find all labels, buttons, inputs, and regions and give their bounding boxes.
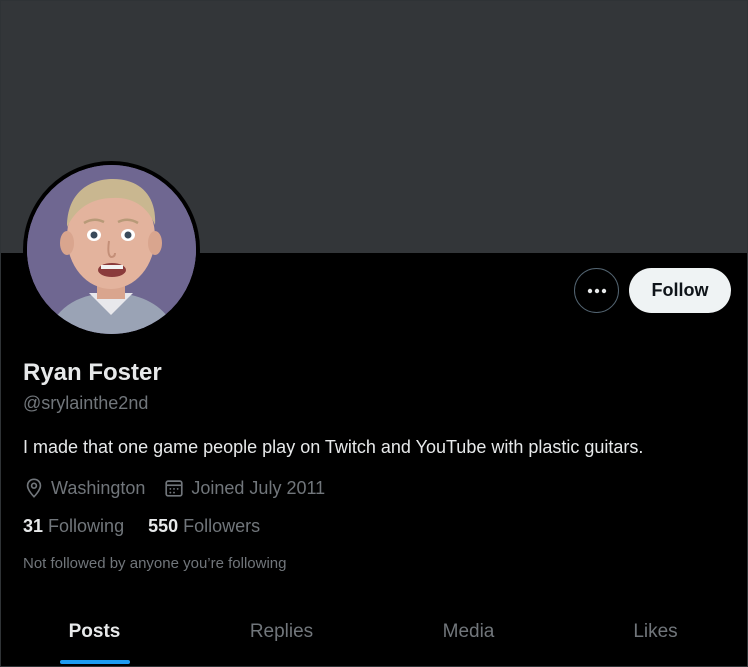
following-label: Following	[48, 516, 125, 536]
profile-bio: I made that one game people play on Twit…	[23, 437, 644, 457]
profile-tabs: Posts Replies Media Likes	[1, 599, 747, 666]
follow-counts: 31 Following 550 Followers	[23, 516, 284, 537]
tab-replies[interactable]: Replies	[188, 599, 375, 666]
calendar-icon	[165, 480, 184, 497]
followers-label: Followers	[183, 516, 261, 536]
following-link[interactable]: 31 Following	[23, 516, 124, 537]
joined-text: Joined July 2011	[191, 477, 326, 498]
location-item: Washington	[23, 477, 145, 499]
avatar[interactable]	[27, 165, 196, 334]
avatar-frame[interactable]	[23, 161, 200, 338]
tab-likes[interactable]: Likes	[562, 599, 747, 666]
mutual-followers-note: Not followed by anyone you’re following	[23, 555, 287, 572]
profile-meta: Washington Joined July 2011	[23, 477, 343, 499]
following-count: 31	[23, 516, 44, 536]
display-name: Ryan Foster	[23, 359, 162, 386]
ellipsis-icon	[587, 288, 606, 293]
active-tab-indicator	[59, 660, 130, 664]
tab-label: Posts	[68, 621, 121, 642]
tab-label: Media	[442, 621, 495, 642]
followers-link[interactable]: 550 Followers	[148, 516, 260, 537]
tab-media[interactable]: Media	[375, 599, 562, 666]
followers-count: 550	[148, 516, 179, 536]
tab-label: Replies	[249, 621, 314, 642]
user-handle: @srylainthe2nd	[23, 393, 149, 413]
more-options-button[interactable]	[574, 268, 619, 313]
location-text: Washington	[51, 477, 146, 498]
tab-label: Likes	[633, 621, 678, 642]
location-pin-icon	[26, 478, 42, 498]
tab-posts[interactable]: Posts	[1, 599, 188, 666]
joined-item: Joined July 2011	[163, 477, 325, 499]
avatar-image	[27, 165, 196, 334]
follow-button[interactable]: Follow	[629, 268, 731, 313]
profile-page: Follow Ryan Foster @srylainthe2nd I made…	[0, 0, 748, 667]
